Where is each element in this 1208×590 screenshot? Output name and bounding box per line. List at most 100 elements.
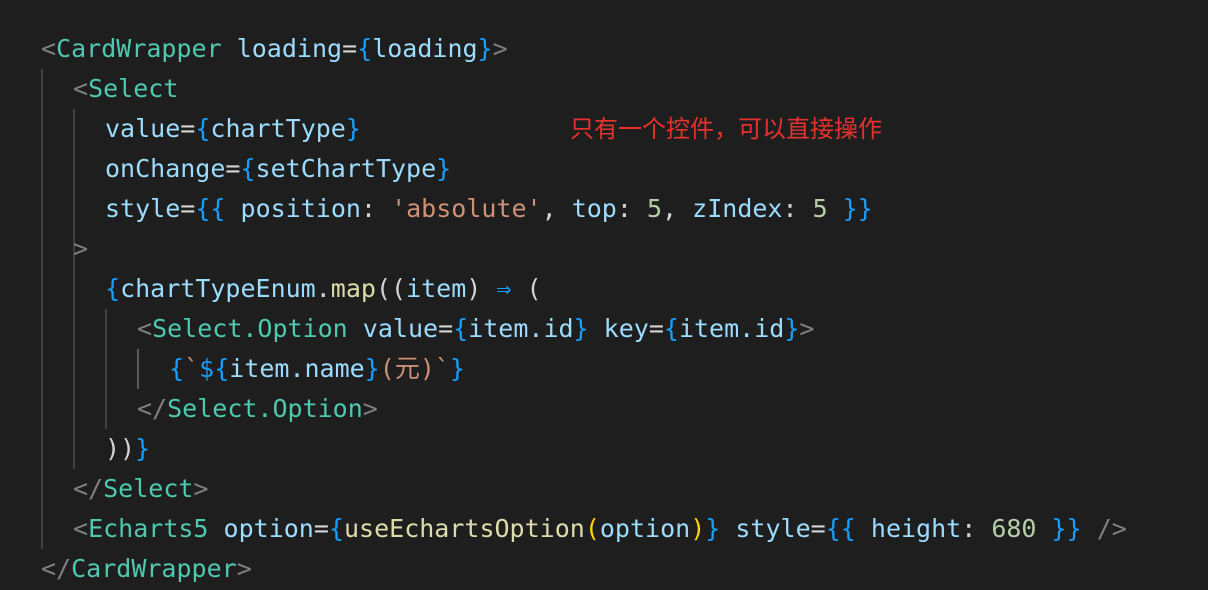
token: value [105,114,181,143]
token: = [180,114,196,143]
code-line-7[interactable]: {chartTypeEnum.map((item) ⇒ ( [105,269,542,309]
token: { [328,514,344,543]
indent-guide [73,109,75,469]
token: , [662,194,678,223]
token: chartType [210,114,346,143]
token: position [240,194,361,223]
token: { [210,194,226,223]
token: { [663,314,679,343]
token: < [73,74,89,103]
token: 5 [646,194,663,223]
token: : [961,514,977,543]
token: option [223,514,314,543]
token: { [825,514,841,543]
token: item.name [229,354,365,383]
token: useEchartsOption [343,514,585,543]
token: Select [103,474,194,503]
code-line-13[interactable]: <Echarts5 option={useEchartsOption(optio… [73,509,1127,549]
token: } [436,154,452,183]
token: } [135,434,151,463]
token: </ [137,394,168,423]
token: > [236,554,252,583]
token: { [169,354,185,383]
token: 680 [991,514,1037,543]
annotation-text: 只有一个控件，可以直接操作 [570,115,882,143]
code-editor[interactable]: <CardWrapper loading={loading}> <Select … [0,0,1208,590]
token: = [648,314,664,343]
token: Echarts5 [88,514,209,543]
token: = [438,314,454,343]
token: key [603,314,649,343]
code-line-14[interactable]: </CardWrapper> [41,549,252,589]
token: ` [434,354,450,383]
token: 5 [812,194,828,223]
token: { [195,114,211,143]
token: > [492,34,508,63]
token: $ [199,354,215,383]
code-line-9[interactable]: {`${item.name}(元)`} [169,349,465,389]
code-line-10[interactable]: </Select.Option> [137,389,378,429]
code-line-11[interactable]: ))} [105,429,150,469]
token: loading [236,34,343,63]
code-line-5[interactable]: style={{ position: 'absolute', top: 5, z… [105,189,873,229]
code-line-2[interactable]: <Select [73,69,178,109]
code-line-1[interactable]: <CardWrapper loading={loading}> [41,29,508,69]
token: < [73,514,89,543]
token: < [137,314,153,343]
token: } [857,194,873,223]
indent-guide [105,309,107,429]
token: { [195,194,211,223]
token: } [784,314,800,343]
token: item.id [468,314,574,343]
token: top [571,194,617,223]
token: > [193,474,209,503]
token: onChange [105,154,226,183]
code-line-4[interactable]: onChange={setChartType} [105,149,451,189]
token: } [1066,514,1082,543]
token: } [345,114,361,143]
token: loading [372,34,478,63]
token: (元) [379,354,435,383]
token: = [225,154,241,183]
code-line-8[interactable]: <Select.Option value={item.id} key={item… [137,309,814,349]
token: style [105,194,181,223]
code-line-6[interactable]: > [73,229,88,269]
token: value [362,314,439,343]
token: { [105,274,121,303]
token: )) [105,434,136,463]
token: { [240,154,256,183]
token: : [360,194,376,223]
token: . [315,274,331,303]
token: , [541,194,557,223]
token: CardWrapper [56,34,222,63]
token: ) [466,274,482,303]
token: { [840,514,856,543]
indent-guide [41,69,43,549]
token: < [41,34,57,63]
code-line-3[interactable]: value={chartType} [105,109,361,149]
token: ` [184,354,200,383]
token: height [870,514,962,543]
token: item.id [678,314,785,343]
token: Select.Option [167,394,363,423]
token: style [735,514,811,543]
token: setChartType [255,154,437,183]
indent-guide [137,349,139,389]
token: > [799,314,815,343]
token: Select.Option [152,314,348,343]
token: Select [88,74,179,103]
token: ( [526,274,542,303]
token: /> [1096,514,1127,543]
token: item [406,274,467,303]
token: </ [41,554,72,583]
token: zIndex [692,194,783,223]
token: 'absolute' [391,194,542,223]
token: { [357,34,373,63]
token: map [330,274,376,303]
code-line-12[interactable]: </Select> [73,469,208,509]
token: </ [73,474,104,503]
token: } [364,354,380,383]
token: } [449,354,466,383]
token: } [477,34,493,63]
token: : [782,194,798,223]
